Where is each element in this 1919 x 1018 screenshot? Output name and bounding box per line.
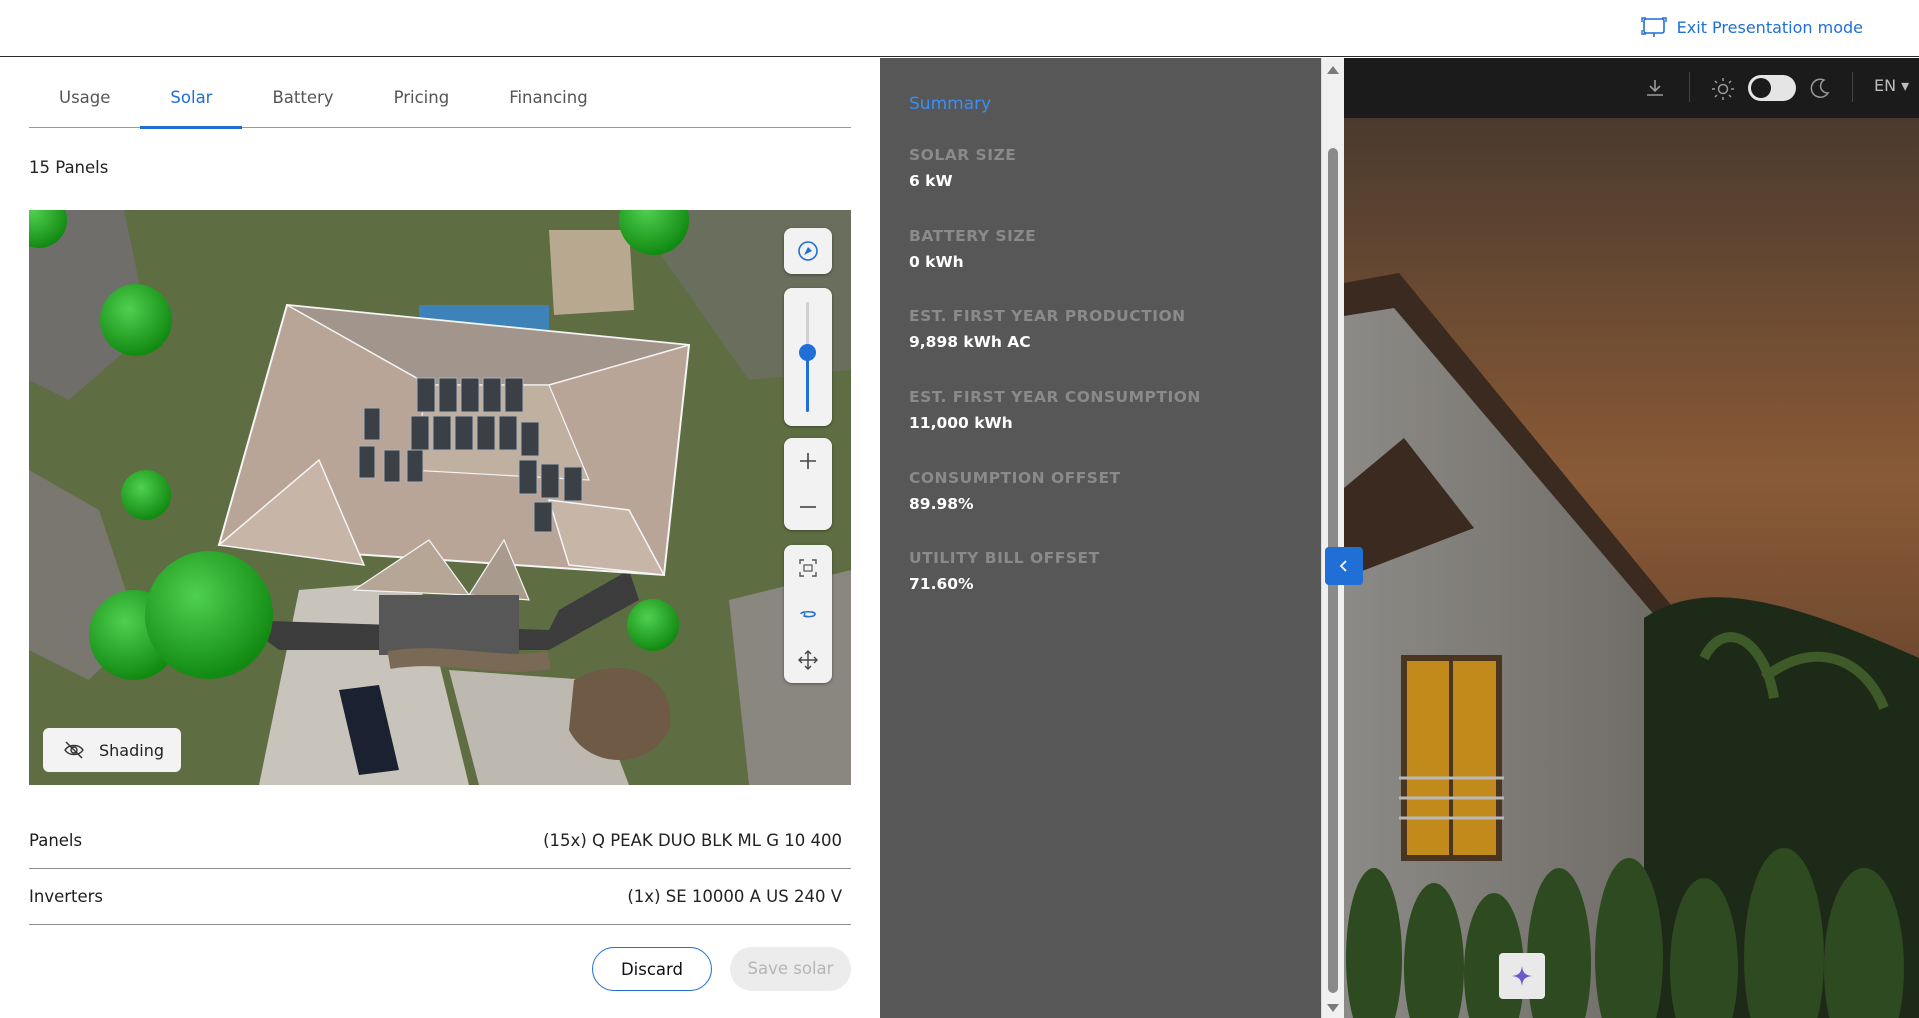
download-icon[interactable] (1644, 77, 1666, 99)
presentation-icon (1640, 17, 1667, 37)
stat-first-year-consumption: EST. FIRST YEAR CONSUMPTION 11,000 kWh (909, 388, 1201, 432)
pan-button[interactable] (784, 637, 832, 683)
tab-pricing[interactable]: Pricing (364, 58, 480, 128)
toolbar-divider (1689, 72, 1690, 102)
stat-value: 71.60% (909, 575, 974, 593)
inverters-value: (1x) SE 10000 A US 240 V (627, 887, 842, 906)
tab-financing[interactable]: Financing (479, 58, 618, 128)
scroll-down-arrow[interactable] (1327, 1004, 1339, 1012)
compass-icon (798, 241, 818, 261)
minus-icon (800, 506, 816, 508)
eye-off-icon (64, 741, 84, 759)
panel-count: 15 Panels (29, 158, 109, 177)
stat-consumption-offset: CONSUMPTION OFFSET 89.98% (909, 469, 1121, 513)
stat-first-year-production: EST. FIRST YEAR PRODUCTION 9,898 kWh AC (909, 307, 1186, 351)
fit-view-button[interactable] (784, 545, 832, 591)
summary-scrollbar[interactable] (1321, 58, 1344, 1018)
save-solar-button[interactable]: Save solar (730, 947, 851, 991)
sun-icon[interactable] (1711, 77, 1735, 101)
house-photo-panel: EN ▾ (1344, 58, 1919, 1018)
zoom-in-button[interactable] (784, 438, 832, 484)
language-selector[interactable]: EN ▾ (1874, 76, 1909, 95)
toggle-knob (1751, 78, 1771, 98)
stat-value: 11,000 kWh (909, 414, 1013, 432)
inverters-spec-row: Inverters (1x) SE 10000 A US 240 V (29, 869, 851, 925)
solar-panel: Usage Solar Battery Pricing Financing 15… (0, 58, 880, 1018)
stat-label: EST. FIRST YEAR PRODUCTION (909, 307, 1186, 325)
stat-label: SOLAR SIZE (909, 146, 1017, 164)
stat-label: EST. FIRST YEAR CONSUMPTION (909, 388, 1201, 406)
top-bar: Exit Presentation mode (0, 0, 1919, 57)
toolbar-divider (1852, 72, 1853, 102)
language-value: EN (1874, 76, 1897, 95)
tab-battery[interactable]: Battery (242, 58, 363, 128)
stat-value: 9,898 kWh AC (909, 333, 1031, 351)
shading-toggle-button[interactable]: Shading (43, 728, 181, 772)
stat-label: UTILITY BILL OFFSET (909, 549, 1100, 567)
plus-icon (800, 453, 816, 469)
summary-title[interactable]: Summary (909, 94, 991, 114)
stat-value: 0 kWh (909, 253, 964, 271)
slider-fill (806, 351, 809, 412)
stat-value: 89.98% (909, 495, 974, 513)
compass-control (784, 228, 832, 274)
house-photo (1344, 118, 1919, 1018)
panels-label: Panels (29, 831, 83, 850)
panels-spec-row: Panels (15x) Q PEAK DUO BLK ML G 10 400 (29, 813, 851, 869)
moon-icon[interactable] (1809, 77, 1831, 99)
discard-button[interactable]: Discard (592, 947, 712, 991)
panels-value: (15x) Q PEAK DUO BLK ML G 10 400 (543, 831, 842, 850)
exit-presentation-label: Exit Presentation mode (1676, 17, 1863, 37)
rotate-button[interactable] (784, 591, 832, 637)
theme-toggle[interactable] (1748, 75, 1796, 101)
stat-label: BATTERY SIZE (909, 227, 1037, 245)
fit-screen-icon (799, 559, 817, 577)
collapse-summary-button[interactable] (1325, 547, 1363, 585)
stat-solar-size: SOLAR SIZE 6 kW (909, 146, 1016, 190)
tilt-slider-control (784, 288, 832, 426)
aerial-map-image (29, 210, 851, 785)
zoom-control (784, 438, 832, 530)
move-icon (798, 650, 818, 670)
tab-solar[interactable]: Solar (140, 58, 243, 129)
stat-battery-size: BATTERY SIZE 0 kWh (909, 227, 1036, 271)
chevron-left-icon (1339, 560, 1347, 572)
slider-thumb[interactable] (799, 343, 816, 361)
scroll-up-arrow[interactable] (1327, 66, 1339, 74)
stat-label: CONSUMPTION OFFSET (909, 469, 1121, 487)
view-tools-control (784, 545, 832, 683)
sparkle-icon (1512, 966, 1532, 986)
stat-utility-bill-offset: UTILITY BILL OFFSET 71.60% (909, 549, 1100, 593)
zoom-out-button[interactable] (784, 484, 832, 530)
photo-toolbar: EN ▾ (1344, 58, 1919, 118)
tab-usage[interactable]: Usage (29, 58, 140, 128)
summary-panel: Summary SOLAR SIZE 6 kW BATTERY SIZE 0 k… (880, 58, 1321, 1018)
rotate-icon (800, 610, 816, 618)
stat-value: 6 kW (909, 172, 953, 190)
inverters-label: Inverters (29, 887, 104, 906)
shading-label: Shading (99, 740, 164, 760)
tab-bar: Usage Solar Battery Pricing Financing (29, 58, 851, 129)
assistant-button[interactable] (1499, 953, 1545, 999)
compass-button[interactable] (784, 228, 832, 274)
exit-presentation-button[interactable]: Exit Presentation mode (1640, 16, 1863, 38)
tilt-slider[interactable] (784, 288, 832, 426)
solar-design-map[interactable]: Shading (29, 210, 851, 785)
